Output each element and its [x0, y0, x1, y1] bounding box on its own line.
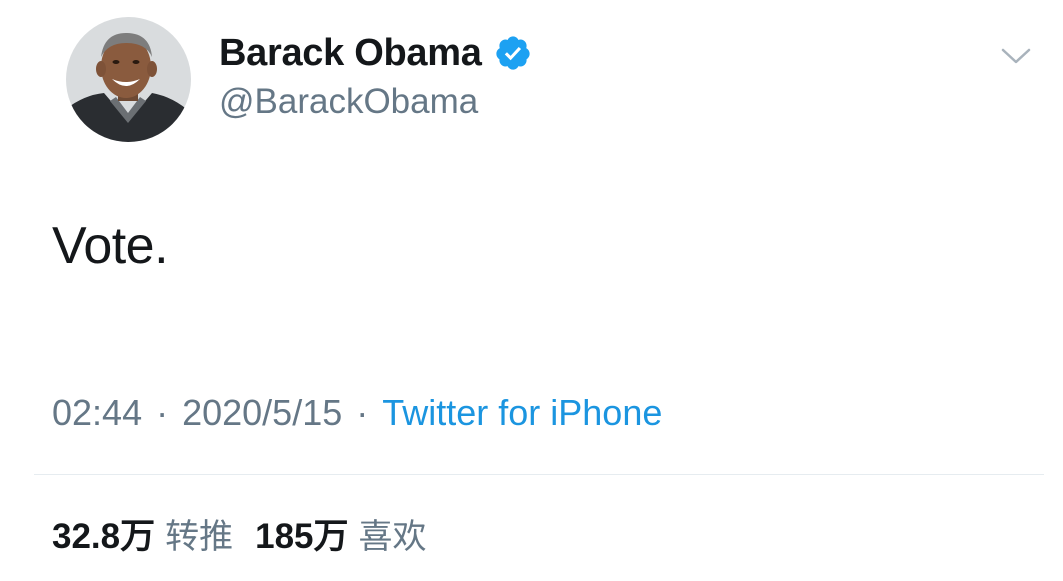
user-handle[interactable]: @BarackObama: [219, 82, 478, 122]
likes-stat[interactable]: 185万 喜欢: [255, 508, 426, 559]
tweet-text: Vote.: [52, 217, 169, 275]
profile-photo: [66, 17, 191, 142]
tweet-date[interactable]: 2020/5/15: [182, 392, 342, 434]
display-name: Barack Obama: [219, 31, 482, 74]
tweet-source-link[interactable]: Twitter for iPhone: [382, 392, 662, 434]
chevron-down-icon[interactable]: [998, 42, 1034, 70]
meta-separator: ·: [356, 392, 369, 433]
meta-separator: ·: [156, 392, 169, 433]
tweet-meta: 02:44 · 2020/5/15 · Twitter for iPhone: [52, 390, 662, 436]
retweets-label: 转推: [165, 516, 234, 557]
tweet-card: Barack Obama @BarackObama Vote. 02:44 · …: [0, 0, 1063, 581]
likes-count: 185万: [255, 516, 349, 556]
avatar[interactable]: [66, 17, 191, 142]
tweet-stats: 32.8万 转推 185万 喜欢: [52, 508, 449, 559]
divider: [34, 474, 1044, 475]
retweets-stat[interactable]: 32.8万 转推: [52, 508, 233, 559]
display-name-row[interactable]: Barack Obama: [219, 28, 532, 78]
retweets-count: 32.8万: [52, 516, 156, 556]
verified-badge-icon: [494, 34, 532, 72]
tweet-time[interactable]: 02:44: [52, 392, 142, 434]
likes-label: 喜欢: [358, 516, 427, 557]
